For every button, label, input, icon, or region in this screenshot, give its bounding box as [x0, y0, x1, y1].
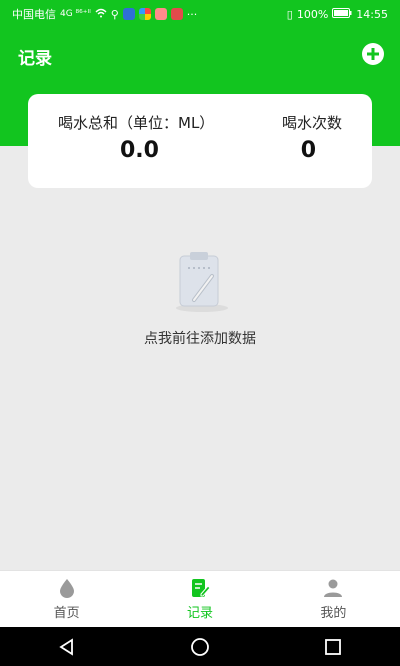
add-data-link[interactable]: 点我前往添加数据 — [0, 328, 400, 348]
home-icon[interactable] — [186, 633, 214, 661]
note-edit-icon — [189, 577, 211, 599]
nav-item-mine[interactable]: 我的 — [267, 571, 400, 627]
nav-item-label: 首页 — [53, 606, 80, 621]
nav-item-home[interactable]: 首页 — [0, 571, 133, 627]
page-title: 记录 — [18, 49, 52, 69]
water-drop-icon — [56, 577, 78, 599]
colorful-app-icon — [138, 8, 151, 20]
carrier-label: 中国电信 — [12, 8, 56, 21]
total-intake-value: 0.0 — [120, 138, 159, 163]
drink-count-value: 0 — [300, 138, 316, 163]
drink-count-label: 喝水次数 — [281, 114, 342, 132]
shield-app-icon — [122, 8, 135, 20]
back-icon[interactable] — [53, 633, 81, 661]
plus-app-icon — [154, 8, 167, 20]
usb-icon: ⚲ — [110, 7, 119, 21]
signal-indicator: 4G ⁸⁶⁺ᴵˡ — [60, 9, 91, 19]
user-icon — [322, 577, 344, 599]
recents-icon[interactable] — [319, 633, 347, 661]
battery-percent: 100% — [296, 7, 329, 21]
wifi-icon — [95, 8, 107, 21]
mail-app-icon — [170, 8, 183, 20]
bottom-nav: 首页 记录 我的 — [0, 570, 400, 627]
system-navigation-bar — [0, 627, 400, 666]
stats-card: 喝水总和（单位：ML） 0.0 喝水次数 0 — [28, 94, 372, 188]
more-notifications-icon: ··· — [186, 7, 198, 21]
clock: 14:55 — [356, 7, 388, 21]
nav-item-records[interactable]: 记录 — [133, 571, 266, 627]
total-intake-label: 喝水总和（单位：ML） — [58, 114, 215, 132]
add-record-button[interactable] — [362, 43, 384, 65]
battery-icon — [332, 7, 352, 21]
vibrate-icon: ▯ — [286, 7, 293, 21]
nav-item-label: 记录 — [186, 606, 213, 621]
clipboard-icon[interactable] — [168, 250, 232, 314]
status-bar: 中国电信 4G ⁸⁶⁺ᴵˡ ⚲ ··· ▯ 100% 14:55 — [0, 0, 400, 28]
nav-item-label: 我的 — [320, 606, 347, 621]
